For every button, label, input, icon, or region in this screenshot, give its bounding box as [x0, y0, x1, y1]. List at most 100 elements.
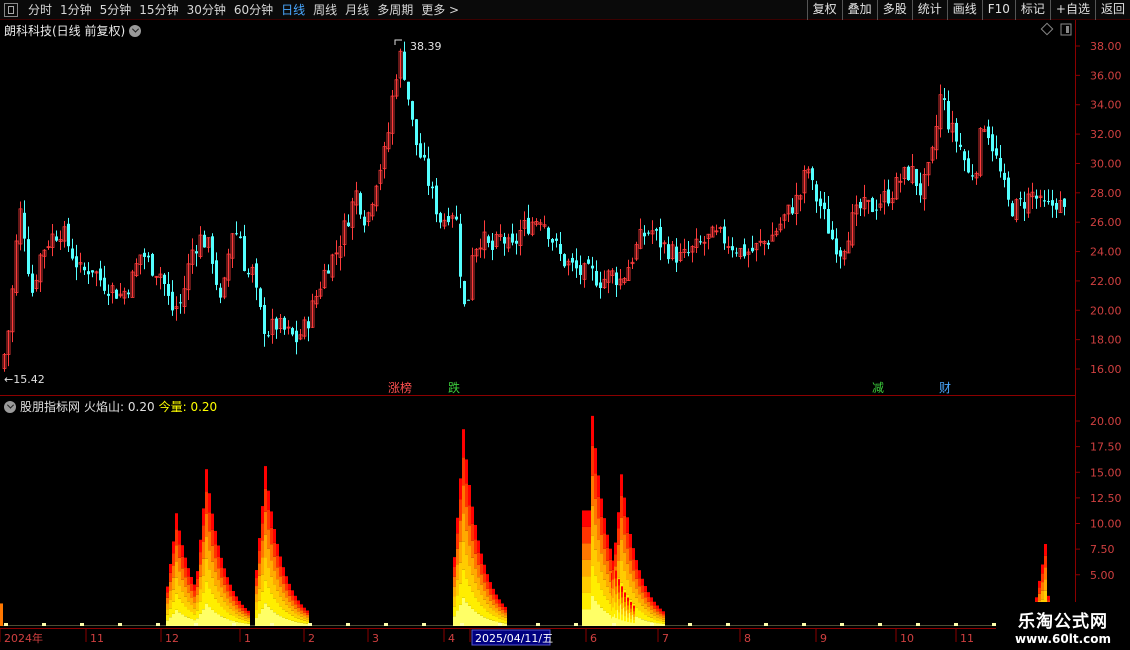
multi-stock-button[interactable]: 多股	[876, 0, 912, 20]
candle-body-down	[687, 252, 690, 254]
price-tick-label: 28.00	[1090, 187, 1122, 200]
candle-body-up	[122, 290, 127, 299]
flame-bar-segment	[594, 549, 597, 576]
flame-bar-segment	[626, 610, 629, 626]
flame-bar-segment	[226, 612, 229, 620]
flame-bar-segment	[612, 588, 615, 598]
flame-bar-segment	[244, 620, 247, 624]
flame-bar-segment	[627, 621, 630, 626]
flame-bar-segment	[1044, 567, 1047, 580]
flame-bar-segment	[196, 586, 199, 595]
event-marker-3[interactable]: 财	[939, 381, 951, 395]
add-watchlist-button[interactable]: +自选	[1049, 0, 1095, 20]
flame-bar-segment	[468, 505, 471, 526]
price-tick-label: 20.00	[1090, 304, 1122, 317]
flame-bar-segment	[175, 577, 178, 594]
flame-bar-segment	[627, 617, 630, 622]
flame-bar-segment	[644, 597, 647, 604]
diamond-icon[interactable]	[1040, 22, 1054, 36]
flame-bar-segment	[1044, 590, 1047, 603]
restore-rights-button[interactable]: 复权	[806, 0, 842, 20]
flame-bar-segment	[208, 512, 211, 532]
flame-bar-segment	[255, 594, 258, 603]
flame-bar-segment	[261, 574, 264, 592]
flame-bar-segment	[208, 607, 211, 626]
candle-body-up	[278, 318, 283, 329]
tab-period-3[interactable]: 15分钟	[135, 0, 182, 20]
tab-period-5[interactable]: 60分钟	[230, 0, 277, 20]
flame-bar-segment	[630, 622, 633, 626]
candle-body-down	[435, 185, 438, 215]
flame-bar-segment	[306, 619, 309, 622]
flame-bar-segment	[486, 574, 489, 582]
flame-bar-segment	[217, 614, 220, 626]
candle-body-up	[230, 233, 235, 259]
tab-period-6[interactable]: 日线	[277, 0, 309, 20]
tab-period-0[interactable]: 分时	[24, 0, 56, 20]
mark-button[interactable]: 标记	[1014, 0, 1050, 20]
dropdown-icon[interactable]	[129, 24, 142, 37]
flame-bar-segment	[612, 597, 615, 608]
flame-bar-segment	[612, 569, 615, 580]
tab-period-1[interactable]: 1分钟	[56, 0, 96, 20]
candle-body-down	[359, 193, 362, 215]
candle-body-down	[859, 201, 862, 209]
tab-more[interactable]: 更多 >	[417, 0, 463, 20]
draw-line-button[interactable]: 画线	[946, 0, 982, 20]
candle-body-down	[1007, 177, 1010, 200]
flame-bar-segment	[504, 609, 507, 613]
overlay-button[interactable]: 叠加	[841, 0, 877, 20]
flame-bar-segment	[626, 594, 629, 611]
panel-toggle-icon[interactable]	[1060, 23, 1072, 36]
flame-bar-segment	[232, 621, 235, 626]
flame-bar-segment	[238, 618, 241, 623]
flame-bar-segment	[175, 513, 178, 530]
candle-body-up	[338, 246, 343, 258]
flame-bar-segment	[629, 586, 632, 600]
candle-body-down	[179, 302, 182, 304]
back-button[interactable]: 返回	[1094, 0, 1130, 20]
window-toggle-icon[interactable]	[4, 2, 18, 17]
candle-body-down	[819, 198, 822, 207]
price-tick-label: 32.00	[1090, 128, 1122, 141]
tab-period-9[interactable]: 多周期	[373, 0, 417, 20]
candle-body-up	[950, 122, 955, 133]
tab-period-4[interactable]: 30分钟	[183, 0, 230, 20]
candle-body-up	[382, 146, 387, 170]
flame-bar-segment	[585, 510, 588, 527]
event-marker-2[interactable]: 减	[872, 381, 884, 395]
tab-period-8[interactable]: 月线	[341, 0, 373, 20]
event-marker-0[interactable]: 涨榜	[388, 380, 412, 395]
candle-body-down	[411, 101, 414, 120]
indicator-dropdown-icon[interactable]	[4, 400, 16, 413]
candle-body-up	[606, 270, 611, 283]
f10-button[interactable]: F10	[981, 0, 1015, 20]
tab-period-7[interactable]: 周线	[309, 0, 341, 20]
flame-bar-segment	[501, 603, 504, 607]
flame-bar-segment	[238, 604, 241, 609]
flame-bar-segment	[288, 589, 291, 596]
flame-bar-segment	[276, 543, 279, 556]
candle-body-up	[2, 354, 7, 369]
flame-bar-segment	[501, 616, 504, 620]
statistics-button[interactable]: 统计	[911, 0, 947, 20]
flame-bar-segment	[193, 584, 196, 591]
event-marker-1[interactable]: 跌	[448, 380, 460, 395]
flame-bar-segment	[600, 571, 603, 590]
flame-bar-segment	[504, 615, 507, 618]
price-tick-label: 36.00	[1090, 69, 1122, 82]
flame-bar-segment	[638, 602, 641, 611]
candle-body-down	[599, 282, 602, 288]
flame-bar-segment	[223, 593, 226, 602]
flame-bar-segment	[178, 544, 181, 558]
flame-bar-segment	[193, 596, 196, 603]
flame-bar-segment	[247, 617, 250, 620]
flame-bar-segment	[647, 592, 650, 597]
flame-bar-segment	[618, 585, 621, 593]
flame-bar-segment	[223, 568, 226, 577]
tab-period-2[interactable]: 5分钟	[96, 0, 136, 20]
candle-body-down	[491, 240, 494, 250]
flame-bar-segment	[208, 550, 211, 570]
flame-bar-segment	[480, 594, 483, 606]
flame-bar-segment	[630, 605, 633, 609]
